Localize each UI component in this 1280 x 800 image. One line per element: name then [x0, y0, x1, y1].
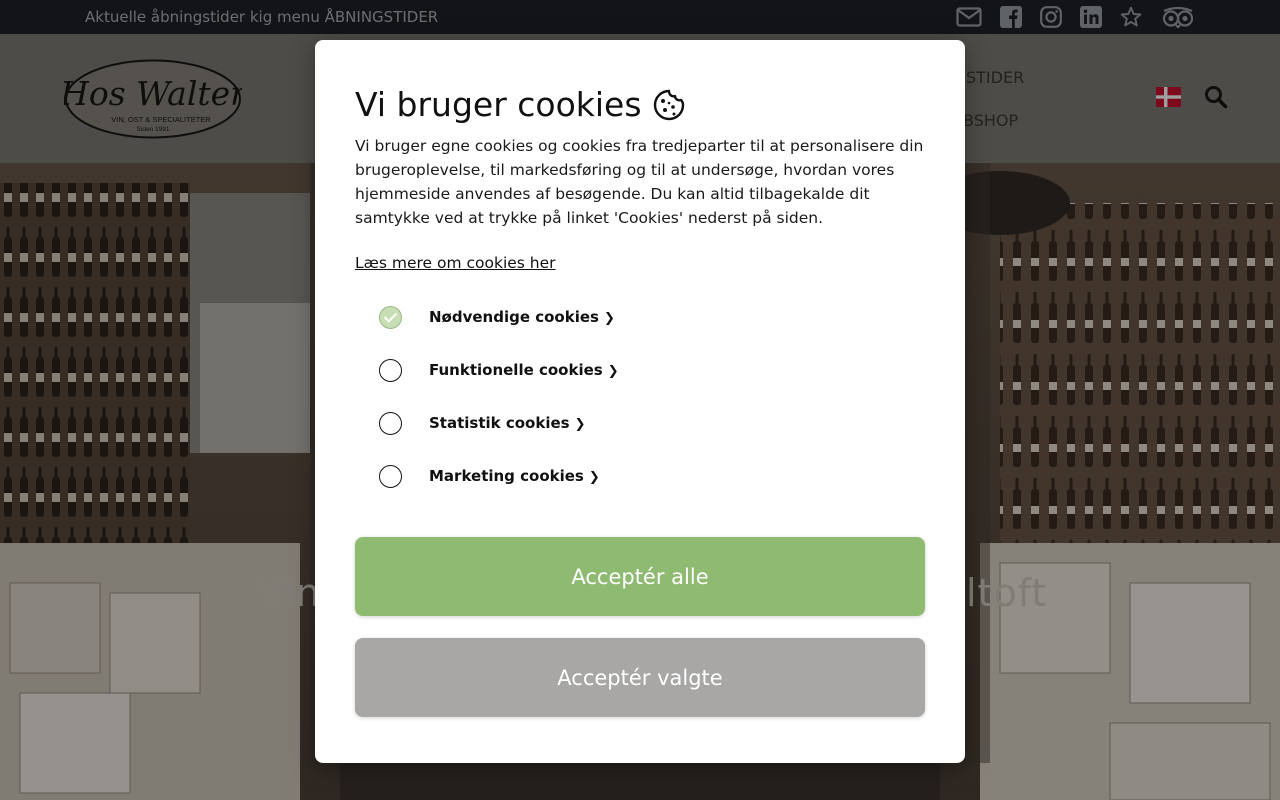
chevron-right-icon: ❯ — [603, 311, 615, 326]
cookie-option-necessary[interactable]: Nødvendige cookies ❯ — [379, 304, 615, 330]
unchecked-checkbox-icon[interactable] — [379, 358, 402, 382]
chevron-right-icon: ❯ — [574, 417, 586, 432]
read-more-cookies-link[interactable]: Læs mere om cookies her — [355, 254, 556, 272]
cookie-option-marketing[interactable]: Marketing cookies ❯ — [379, 463, 600, 489]
unchecked-checkbox-icon[interactable] — [379, 464, 402, 488]
accept-selected-button[interactable]: Acceptér valgte — [355, 638, 925, 717]
cookie-dialog-title-text: Vi bruger cookies — [355, 85, 642, 124]
accept-all-button[interactable]: Acceptér alle — [355, 537, 925, 616]
cookie-option-functional[interactable]: Funktionelle cookies ❯ — [379, 357, 619, 383]
cookie-dialog-description: Vi bruger egne cookies og cookies fra tr… — [355, 137, 924, 227]
unchecked-checkbox-icon[interactable] — [379, 411, 402, 435]
checked-checkbox-icon[interactable] — [379, 305, 402, 329]
chevron-right-icon: ❯ — [588, 470, 600, 485]
cookie-option-label[interactable]: Marketing cookies ❯ — [429, 467, 600, 485]
cookie-dialog-title: Vi bruger cookies — [355, 85, 686, 124]
cookie-consent-dialog: Vi bruger cookies Vi bruger egne cookies… — [315, 40, 965, 763]
cookie-option-label[interactable]: Nødvendige cookies ❯ — [429, 308, 615, 326]
cookie-icon — [653, 89, 684, 120]
cookie-option-label[interactable]: Statistik cookies ❯ — [429, 414, 585, 432]
cookie-option-statistics[interactable]: Statistik cookies ❯ — [379, 410, 585, 436]
chevron-right-icon: ❯ — [607, 364, 619, 379]
cookie-option-label[interactable]: Funktionelle cookies ❯ — [429, 361, 619, 379]
